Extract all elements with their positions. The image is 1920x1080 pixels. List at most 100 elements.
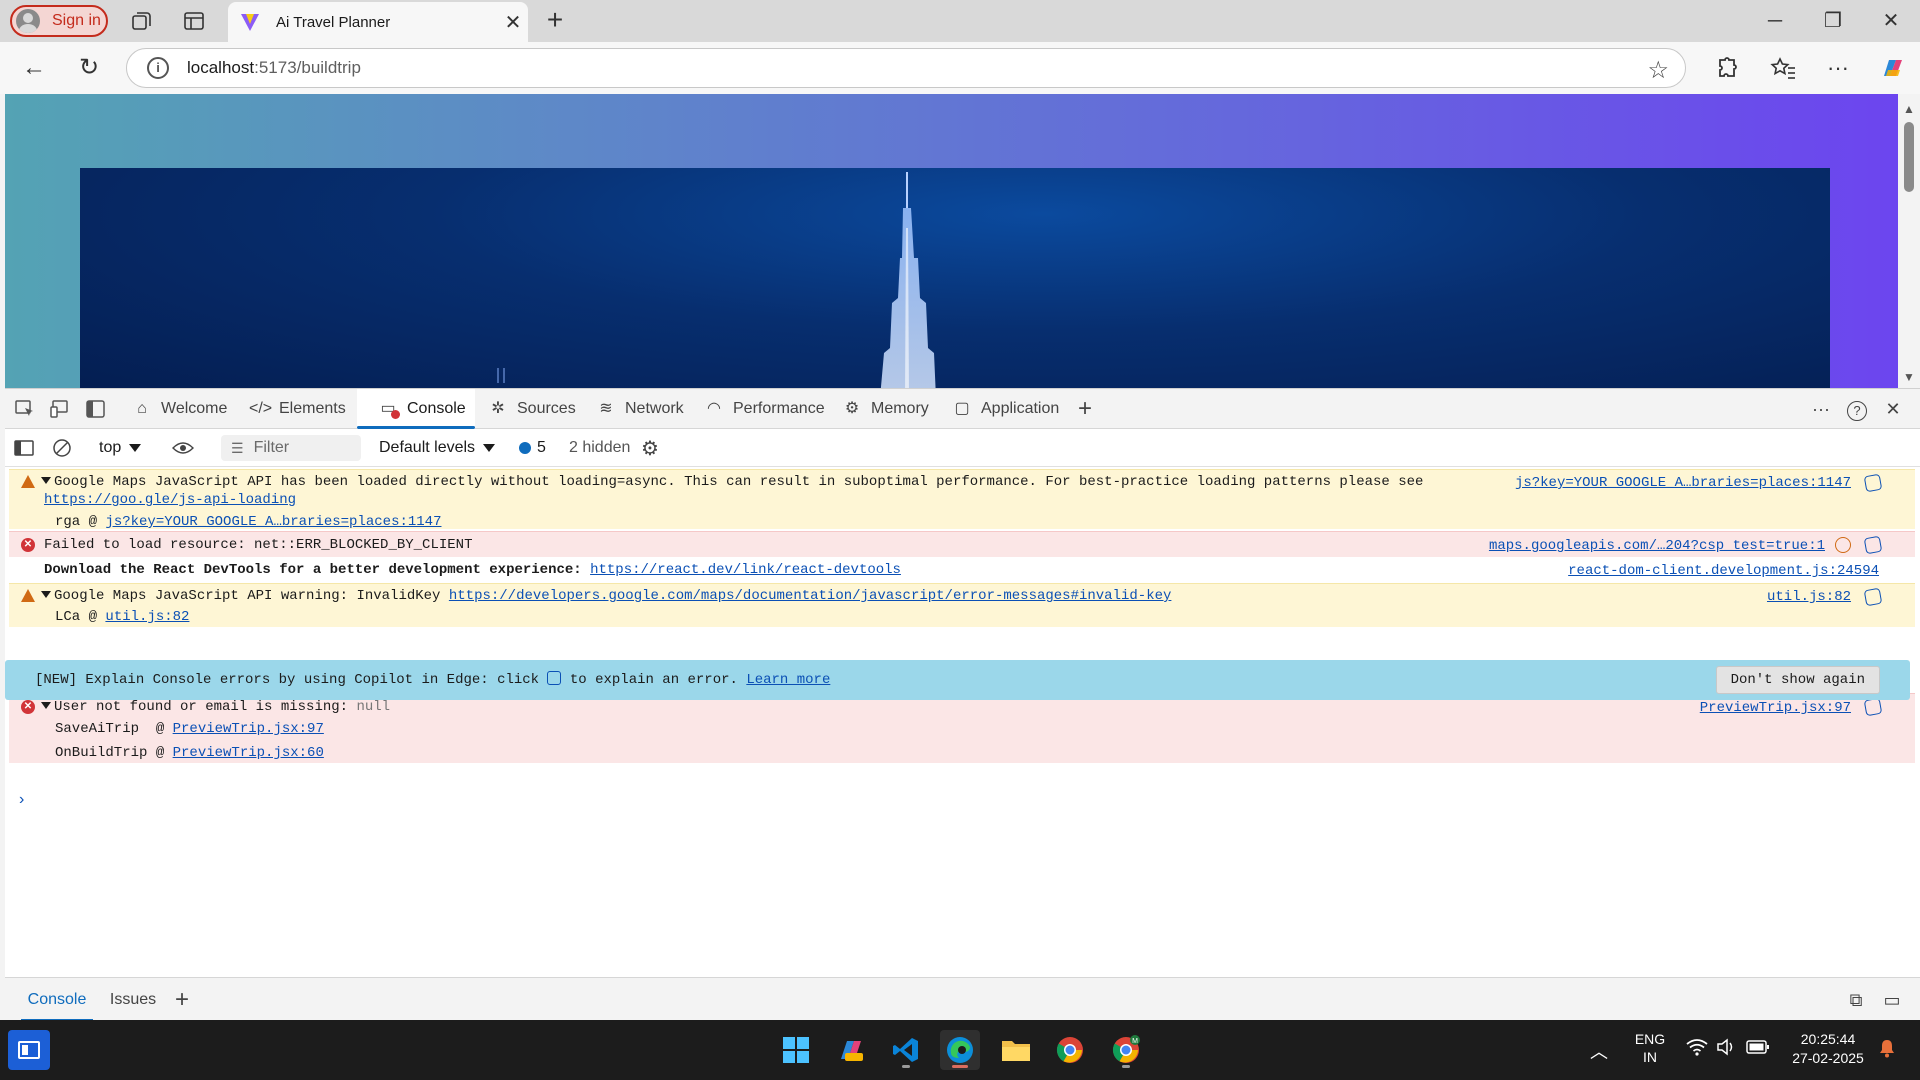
volume-icon[interactable] <box>1716 1038 1736 1059</box>
source-link[interactable]: react-dom-client.development.js:24594 <box>1568 562 1879 580</box>
signin-button[interactable]: Sign in <box>10 5 108 37</box>
new-tab-button[interactable]: + <box>540 6 570 34</box>
filter-input[interactable]: ☰ Filter <box>221 435 361 461</box>
url-path: :5173/buildtrip <box>254 58 361 77</box>
chrome-icon[interactable] <box>1050 1030 1090 1070</box>
more-options-icon[interactable]: ··· <box>1822 52 1854 84</box>
react-devtools-link[interactable]: https://react.dev/link/react-devtools <box>590 562 901 578</box>
minimize-button[interactable]: ─ <box>1752 8 1798 34</box>
stack-fn: OnBuildTrip @ <box>55 745 173 761</box>
context-selector[interactable]: top <box>99 429 142 467</box>
vertical-tabs-icon[interactable] <box>182 9 206 33</box>
tab-network[interactable]: ≋ Network <box>595 389 699 429</box>
message-count-badge[interactable]: 5 <box>519 429 546 467</box>
workspaces-icon[interactable] <box>130 9 154 33</box>
site-info-icon[interactable]: i <box>147 57 169 79</box>
dock-side-icon[interactable] <box>85 399 107 419</box>
language-indicator[interactable]: ENG IN <box>1628 1030 1672 1066</box>
sidebar-toggle-icon[interactable] <box>13 429 35 467</box>
start-windows-icon[interactable] <box>776 1030 816 1070</box>
close-devtools-icon[interactable]: ✕ <box>1881 397 1905 421</box>
source-link[interactable]: maps.googleapis.com/…204?csp_test=true:1 <box>1489 537 1825 555</box>
console-message-warning[interactable]: Google Maps JavaScript API has been load… <box>9 469 1915 530</box>
tab-application[interactable]: ▢ Application <box>951 389 1075 429</box>
stack-link[interactable]: js?key=YOUR_GOOGLE_A…braries=places:1147 <box>105 514 441 530</box>
chrome-profile-icon[interactable]: M <box>1106 1030 1146 1070</box>
invalid-key-docs-link[interactable]: https://developers.google.com/maps/docum… <box>449 588 1172 604</box>
source-link[interactable]: util.js:82 <box>1767 588 1851 606</box>
refresh-button[interactable]: ↻ <box>73 52 105 84</box>
docs-link[interactable]: https://goo.gle/js-api-loading <box>44 492 296 508</box>
error-text: User not found or email is missing: null <box>41 698 390 716</box>
url-text[interactable]: localhost:5173/buildtrip <box>187 58 361 78</box>
expand-triangle-icon[interactable] <box>41 591 51 598</box>
expand-triangle-icon[interactable] <box>41 477 51 484</box>
inspect-element-icon[interactable] <box>14 399 36 419</box>
dont-show-again-button[interactable]: Don't show again <box>1715 666 1880 694</box>
copilot-explain-icon[interactable] <box>1863 473 1883 493</box>
close-tab-icon[interactable]: ✕ <box>498 10 528 35</box>
address-bar[interactable]: i localhost:5173/buildtrip ☆ <box>126 48 1686 88</box>
blocked-request-icon[interactable] <box>1835 537 1851 553</box>
dock-drawer-icon[interactable]: ⧉ <box>1841 978 1871 1022</box>
extensions-icon[interactable] <box>1710 52 1742 84</box>
copilot-explain-icon[interactable] <box>1863 587 1883 607</box>
expand-triangle-icon[interactable] <box>41 702 51 709</box>
tab-sources[interactable]: ✲ Sources <box>487 389 583 429</box>
console-message-warning[interactable]: Google Maps JavaScript API warning: Inva… <box>9 583 1915 627</box>
wifi-icon[interactable] <box>1686 1038 1708 1061</box>
window-close-button[interactable]: ✕ <box>1868 8 1914 34</box>
scroll-up-icon[interactable]: ▲ <box>1903 102 1915 116</box>
copilot-pre-icon[interactable] <box>832 1030 872 1070</box>
browser-tab-active[interactable]: Ai Travel Planner ✕ <box>228 2 528 42</box>
stack-link[interactable]: PreviewTrip.jsx:97 <box>173 721 324 737</box>
file-explorer-icon[interactable] <box>996 1030 1036 1070</box>
copilot-explain-icon[interactable] <box>1863 697 1883 717</box>
vscode-icon[interactable] <box>886 1030 926 1070</box>
edge-icon[interactable] <box>940 1030 980 1070</box>
page-viewport[interactable] <box>5 94 1898 388</box>
tab-console[interactable]: ▭ Console <box>357 389 475 429</box>
live-expression-eye-icon[interactable] <box>171 429 195 467</box>
clock[interactable]: 20:25:44 27-02-2025 <box>1780 1030 1876 1068</box>
favorite-star-icon[interactable]: ☆ <box>1647 56 1669 85</box>
stack-link[interactable]: util.js:82 <box>105 609 189 625</box>
source-link[interactable]: js?key=YOUR_GOOGLE_A…braries=places:1147 <box>1515 474 1851 492</box>
copilot-explain-icon[interactable] <box>1863 535 1883 555</box>
add-tool-icon[interactable]: + <box>1073 397 1097 421</box>
stack-link[interactable]: PreviewTrip.jsx:60 <box>173 745 324 761</box>
notification-bell-icon[interactable] <box>1878 1038 1896 1061</box>
drawer-add-tab-icon[interactable]: + <box>167 978 197 1022</box>
page-scrollbar[interactable]: ▲ ▼ <box>1898 94 1920 388</box>
help-icon[interactable]: ? <box>1845 397 1869 421</box>
tab-welcome[interactable]: ⌂ Welcome <box>131 389 243 429</box>
drawer-tab-console[interactable]: Console <box>21 978 93 1022</box>
back-button[interactable]: ← <box>18 52 50 84</box>
console-message-error[interactable]: ✕ Failed to load resource: net::ERR_BLOC… <box>9 531 1915 557</box>
restore-button[interactable]: ❐ <box>1810 8 1856 34</box>
hidden-count[interactable]: 2 hidden <box>569 429 630 467</box>
drawer-tab-issues[interactable]: Issues <box>105 978 161 1022</box>
favorites-icon[interactable] <box>1768 52 1800 84</box>
device-emulation-icon[interactable] <box>49 399 71 419</box>
console-message-info[interactable]: Download the React DevTools for a better… <box>9 557 1915 583</box>
console-settings-gear-icon[interactable]: ⚙ <box>641 429 659 467</box>
scrollbar-thumb[interactable] <box>1904 122 1914 192</box>
scroll-down-icon[interactable]: ▼ <box>1903 370 1915 384</box>
clear-console-icon[interactable] <box>51 429 73 467</box>
collapse-drawer-icon[interactable]: ▭ <box>1877 978 1907 1022</box>
tab-network-label: Network <box>625 400 684 417</box>
tab-elements[interactable]: </> Elements <box>249 389 353 429</box>
devtools-more-icon[interactable]: ··· <box>1809 397 1833 421</box>
tab-performance[interactable]: ◠ Performance <box>703 389 841 429</box>
tab-memory[interactable]: ⚙ Memory <box>841 389 945 429</box>
battery-icon[interactable] <box>1746 1039 1770 1058</box>
console-message-error[interactable]: ✕ User not found or email is missing: nu… <box>9 693 1915 763</box>
copilot-icon[interactable] <box>1876 52 1908 84</box>
log-levels-dropdown[interactable]: Default levels <box>379 429 496 467</box>
show-hidden-icons-chevron-icon[interactable]: ︿ <box>1590 1038 1608 1064</box>
source-link[interactable]: PreviewTrip.jsx:97 <box>1700 699 1851 717</box>
learn-more-link[interactable]: Learn more <box>746 672 830 688</box>
console-prompt-chevron-icon[interactable]: › <box>19 791 24 809</box>
widgets-icon[interactable] <box>8 1030 50 1070</box>
